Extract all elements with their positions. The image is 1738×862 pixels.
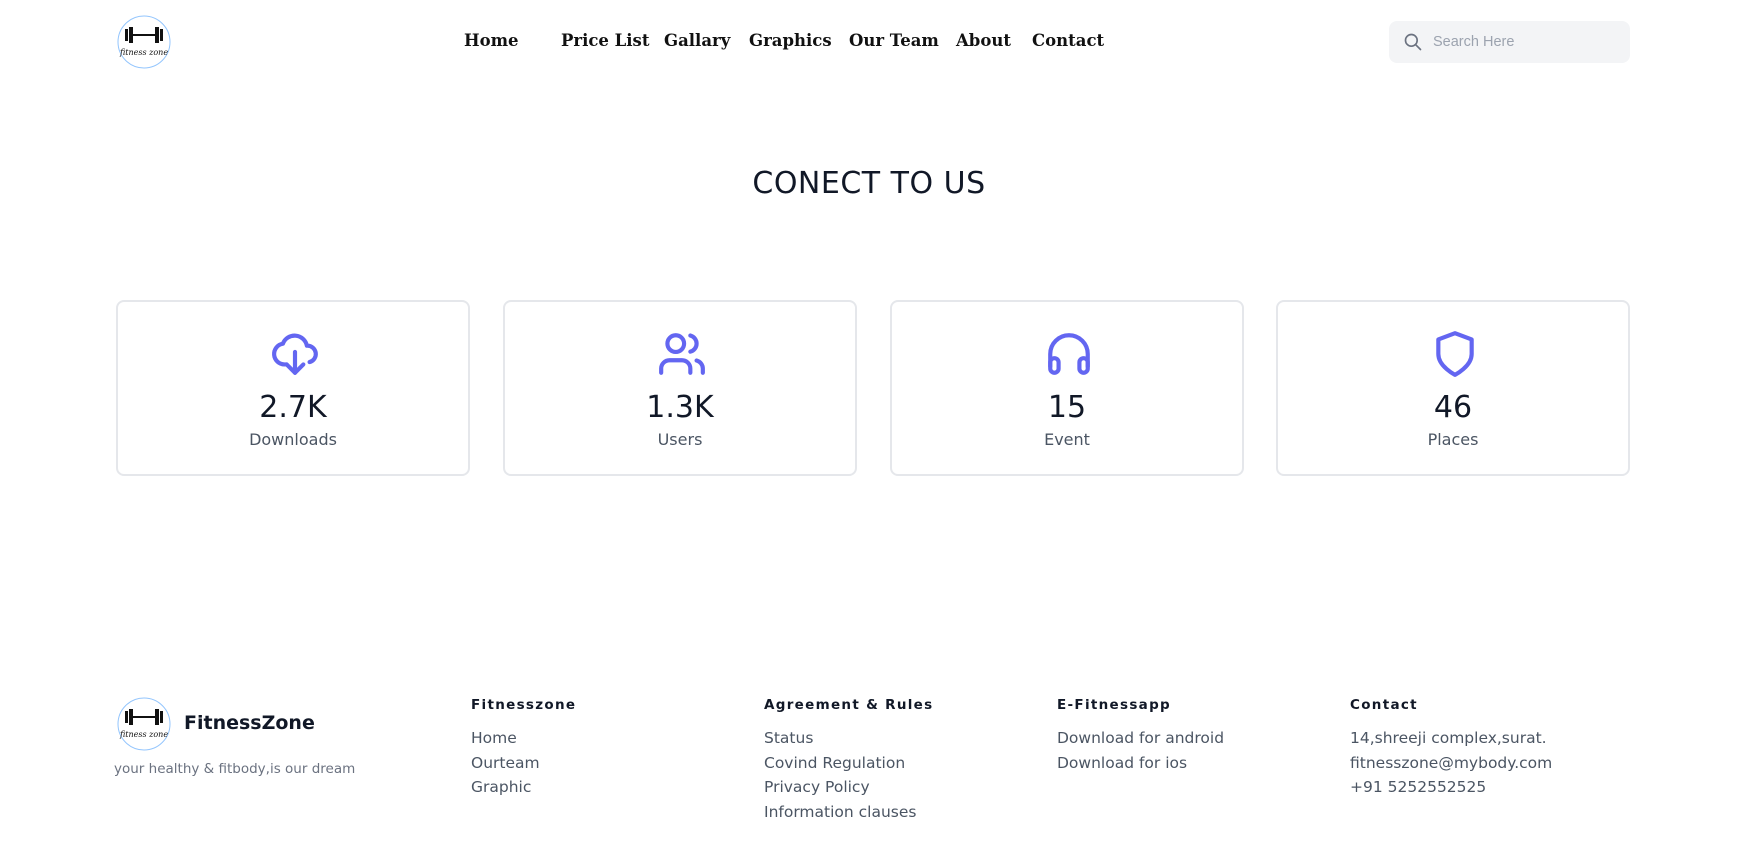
shield-icon xyxy=(1436,331,1474,377)
footer-column-fitnesszone: Fitnesszone Home Ourteam Graphic xyxy=(471,697,576,800)
footer-brand-name: FitnessZone xyxy=(184,712,315,734)
stat-card-users: 1.3K Users xyxy=(503,300,857,476)
logo-text: fitness zone xyxy=(119,730,168,739)
footer-email-link[interactable]: fitnesszone@mybody.com xyxy=(1350,751,1552,776)
footer-column-efitnessapp: E-Fitnessapp Download for android Downlo… xyxy=(1057,697,1224,775)
stat-card-places: 46 Places xyxy=(1276,300,1630,476)
footer-tagline: your healthy & fitbody,is our dream xyxy=(114,761,356,777)
nav-graphics[interactable]: Graphics xyxy=(749,31,832,50)
footer-column-contact: Contact 14,shreeji complex,surat. fitnes… xyxy=(1350,697,1552,800)
search-icon[interactable] xyxy=(1403,32,1423,52)
search-box xyxy=(1389,21,1630,63)
logo[interactable]: fitness zone xyxy=(116,14,172,70)
dumbbell-logo-icon: fitness zone xyxy=(117,15,171,69)
footer-link-download-android[interactable]: Download for android xyxy=(1057,726,1224,751)
nav-contact[interactable]: Contact xyxy=(1032,31,1104,50)
footer-phone-link[interactable]: +91 5252552525 xyxy=(1350,775,1552,800)
nav-gallary[interactable]: Gallary xyxy=(664,31,730,50)
stat-value: 2.7K xyxy=(259,390,327,425)
stat-value: 15 xyxy=(1047,390,1087,425)
stat-card-downloads: 2.7K Downloads xyxy=(116,300,470,476)
nav-price-list[interactable]: Price List xyxy=(561,31,649,50)
stat-label: Places xyxy=(1427,430,1479,449)
footer-link-graphic[interactable]: Graphic xyxy=(471,775,576,800)
cloud-download-icon xyxy=(272,333,318,375)
headphones-icon xyxy=(1048,333,1090,375)
footer-link-privacy-policy[interactable]: Privacy Policy xyxy=(764,775,933,800)
footer-link-information-clauses[interactable]: Information clauses xyxy=(764,800,933,825)
footer-link-download-ios[interactable]: Download for ios xyxy=(1057,751,1224,776)
footer-link-home[interactable]: Home xyxy=(471,726,576,751)
nav-about[interactable]: About xyxy=(956,31,1011,50)
stat-card-event: 15 Event xyxy=(890,300,1244,476)
dumbbell-logo-icon: fitness zone xyxy=(117,697,171,751)
nav-our-team[interactable]: Our Team xyxy=(849,31,939,50)
stat-value: 1.3K xyxy=(646,390,714,425)
users-icon xyxy=(659,333,705,375)
footer-column-title: E-Fitnessapp xyxy=(1057,697,1172,713)
stat-value: 46 xyxy=(1433,390,1473,425)
footer-link-covind-regulation[interactable]: Covind Regulation xyxy=(764,751,933,776)
stat-label: Downloads xyxy=(249,430,337,449)
search-input[interactable] xyxy=(1429,21,1624,63)
footer-column-title: Fitnesszone xyxy=(471,697,577,713)
footer-link-status[interactable]: Status xyxy=(764,726,933,751)
logo-text: fitness zone xyxy=(119,48,168,57)
stat-label: Users xyxy=(657,430,703,449)
footer-column-title: Agreement & Rules xyxy=(764,697,934,713)
footer-column-agreement: Agreement & Rules Status Covind Regulati… xyxy=(764,697,933,824)
footer-logo[interactable]: fitness zone xyxy=(116,696,172,752)
site-header: fitness zone Home Price List Gallary Gra… xyxy=(0,0,1738,84)
stat-label: Event xyxy=(1044,430,1090,449)
footer-link-ourteam[interactable]: Ourteam xyxy=(471,751,576,776)
footer-column-title: Contact xyxy=(1350,697,1418,713)
nav-home[interactable]: Home xyxy=(464,31,519,50)
page-title: CONECT TO US xyxy=(752,166,986,201)
footer-address: 14,shreeji complex,surat. xyxy=(1350,729,1547,747)
